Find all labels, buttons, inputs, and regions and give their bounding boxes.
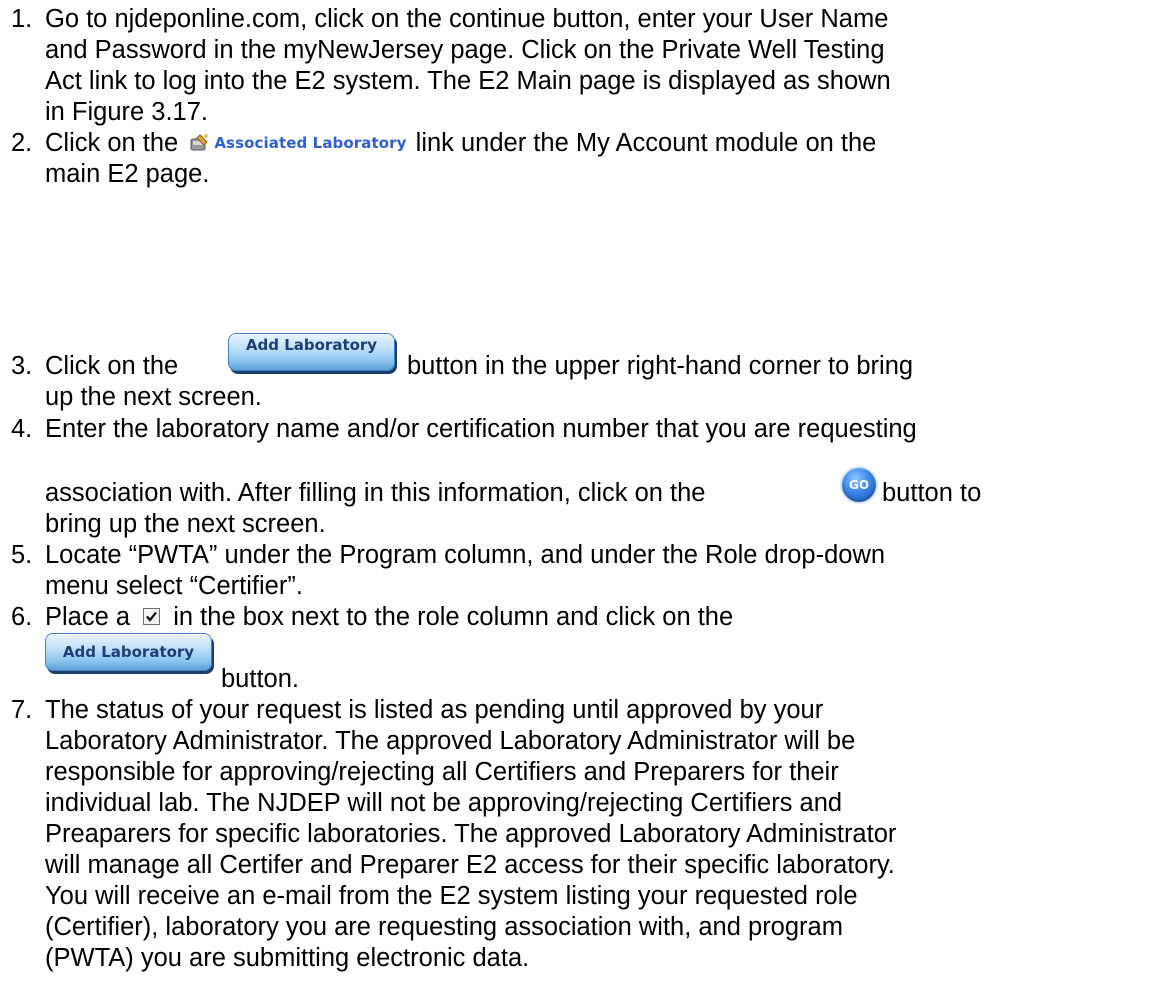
step-text: Click on the <box>45 352 179 380</box>
step-number: 6. <box>11 603 33 631</box>
step-number: 5. <box>11 541 33 569</box>
step-text-line: (Certifier), laboratory you are requesti… <box>45 913 843 941</box>
step-text-line: and Password in the myNewJersey page. Cl… <box>45 36 885 64</box>
step-text-line: (PWTA) you are submitting electronic dat… <box>45 944 530 972</box>
step-text-line: individual lab. The NJDEP will not be ap… <box>45 789 843 817</box>
step-text-line: Locate “PWTA” under the Program column, … <box>45 541 886 569</box>
checked-checkbox-icon <box>143 608 161 625</box>
step-text: link under the My Account module on the <box>415 129 877 157</box>
step-text: button. <box>221 665 299 693</box>
step-text: button in the upper right-hand corner to… <box>407 352 914 380</box>
add-laboratory-button[interactable]: Add Laboratory <box>228 333 395 371</box>
associated-laboratory-link[interactable]: Associated Laboratory <box>188 130 406 156</box>
step-text-line: main E2 page. <box>45 160 210 188</box>
step-text-line: Go to njdeponline.com, click on the cont… <box>45 5 889 33</box>
step-text: Place a <box>45 603 131 631</box>
instructions-document: 1. Go to njdeponline.com, click on the c… <box>0 0 1166 1004</box>
go-button[interactable]: GO <box>842 468 876 502</box>
step-number: 4. <box>11 415 33 443</box>
step-text-line: Preaparers for specific laboratories. Th… <box>45 820 897 848</box>
add-laboratory-button-2[interactable]: Add Laboratory <box>45 633 212 671</box>
step-text-line: up the next screen. <box>45 383 262 411</box>
step-text: button to <box>882 479 982 507</box>
step-text-line: in Figure 3.17. <box>45 98 209 126</box>
step-text: association with. After filling in this … <box>45 479 706 507</box>
step-text: Click on the <box>45 129 179 157</box>
associated-laboratory-label: Associated Laboratory <box>214 133 407 152</box>
step-number: 2. <box>11 129 33 157</box>
step-text-line: will manage all Certifer and Preparer E2… <box>45 851 895 879</box>
laboratory-icon <box>190 134 209 151</box>
step-text-line: Laboratory Administrator. The approved L… <box>45 727 856 755</box>
step-text-line: responsible for approving/rejecting all … <box>45 758 839 786</box>
step-number: 3. <box>11 352 33 380</box>
step-text-line: Act link to log into the E2 system. The … <box>45 67 891 95</box>
step-text-line: You will receive an e-mail from the E2 s… <box>45 882 858 910</box>
step-text-line: Enter the laboratory name and/or certifi… <box>45 415 917 443</box>
step-text-line: bring up the next screen. <box>45 510 326 538</box>
step-text-line: menu select “Certifier”. <box>45 572 303 600</box>
step-text-line: The status of your request is listed as … <box>45 696 824 724</box>
step-number: 1. <box>11 5 33 33</box>
step-number: 7. <box>11 696 33 724</box>
step-text: in the box next to the role column and c… <box>173 603 734 631</box>
